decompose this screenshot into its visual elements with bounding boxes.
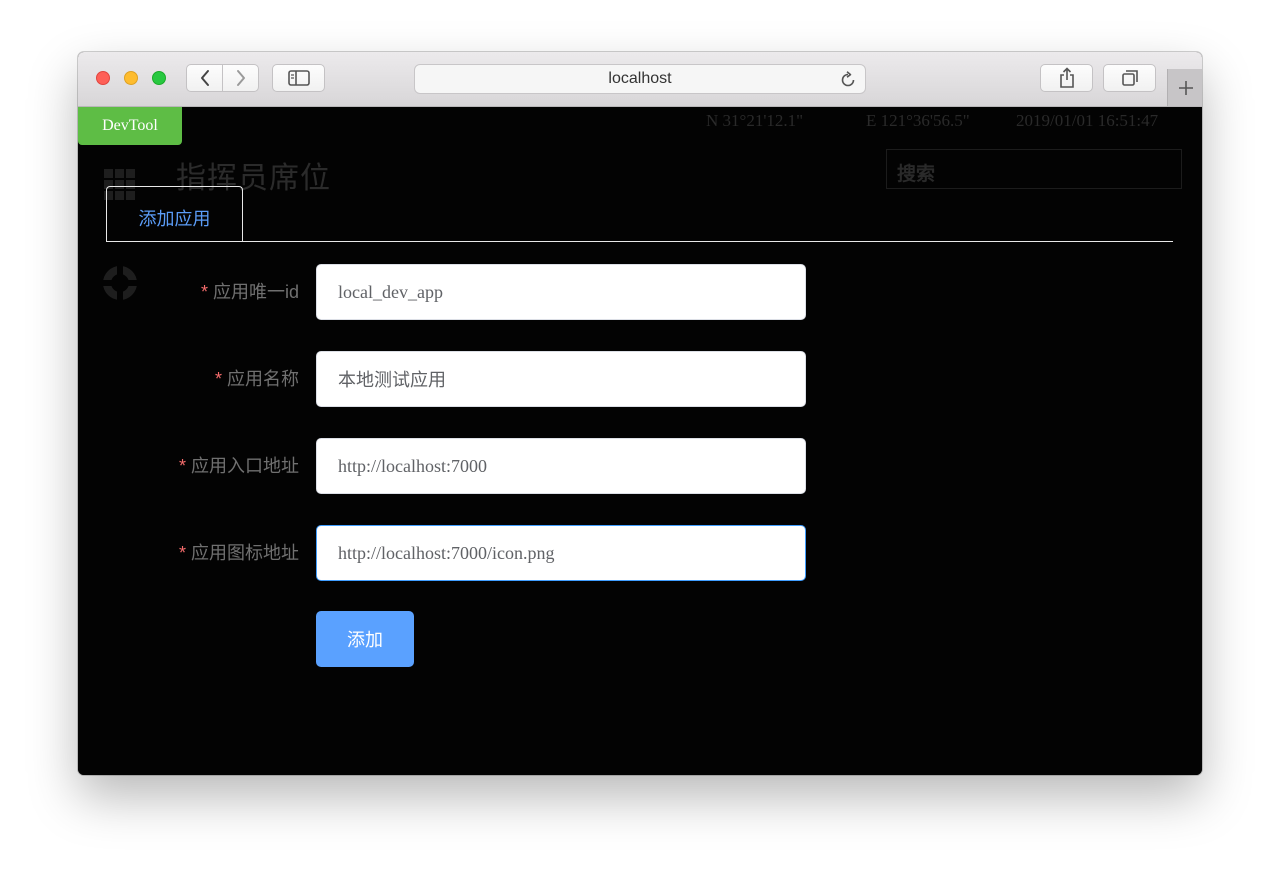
form-row-app-id: * 应用唯一id bbox=[78, 264, 1202, 320]
form-row-icon-url: * 应用图标地址 bbox=[78, 525, 1202, 581]
tabs-icon bbox=[1121, 70, 1138, 86]
add-button[interactable]: 添加 bbox=[316, 611, 414, 667]
required-mark: * bbox=[214, 369, 222, 389]
app-id-label-text: 应用唯一id bbox=[212, 282, 299, 302]
background-datetime: 2019/01/01 16:51:47 bbox=[1016, 111, 1159, 130]
background-search-box: 搜索 bbox=[886, 149, 1182, 189]
icon-url-input[interactable] bbox=[316, 525, 806, 581]
required-mark: * bbox=[200, 282, 208, 302]
background-search-placeholder: 搜索 bbox=[897, 164, 936, 185]
plus-icon bbox=[1178, 80, 1193, 95]
app-name-input[interactable] bbox=[316, 351, 806, 407]
tab-add-app[interactable]: 添加应用 bbox=[106, 186, 243, 242]
share-icon bbox=[1059, 67, 1074, 88]
entry-url-label-text: 应用入口地址 bbox=[191, 456, 299, 476]
required-mark: * bbox=[178, 543, 186, 563]
new-tab-button[interactable] bbox=[1167, 69, 1202, 106]
form-row-app-name: * 应用名称 bbox=[78, 351, 1202, 407]
app-name-label: * 应用名称 bbox=[215, 351, 299, 407]
sidebar-icon bbox=[287, 70, 310, 86]
icon-url-label: * 应用图标地址 bbox=[179, 525, 299, 581]
close-window-button[interactable] bbox=[96, 71, 110, 85]
tabs-divider bbox=[106, 241, 1173, 242]
form-row-entry-url: * 应用入口地址 bbox=[78, 438, 1202, 494]
browser-toolbar: localhost bbox=[78, 52, 1202, 107]
entry-url-label: * 应用入口地址 bbox=[179, 438, 299, 494]
back-button[interactable] bbox=[186, 64, 223, 92]
icon-url-label-text: 应用图标地址 bbox=[191, 543, 299, 563]
devtool-label: DevTool bbox=[102, 117, 158, 134]
app-id-label: * 应用唯一id bbox=[201, 264, 299, 320]
browser-window: localhost N 31°21'12.1" E 121°36'56.5" 2… bbox=[78, 52, 1202, 775]
devtool-button[interactable]: DevTool bbox=[78, 107, 182, 145]
background-latitude: N 31°21'12.1" bbox=[706, 111, 804, 130]
forward-button[interactable] bbox=[222, 64, 259, 92]
required-mark: * bbox=[178, 456, 186, 476]
background-longitude: E 121°36'56.5" bbox=[866, 111, 970, 130]
sidebar-toggle-button[interactable] bbox=[272, 64, 325, 92]
tab-add-app-label: 添加应用 bbox=[138, 209, 211, 229]
share-button[interactable] bbox=[1040, 64, 1093, 92]
zoom-window-button[interactable] bbox=[152, 71, 166, 85]
minimize-window-button[interactable] bbox=[124, 71, 138, 85]
entry-url-input[interactable] bbox=[316, 438, 806, 494]
reload-icon[interactable] bbox=[839, 71, 857, 89]
address-bar[interactable]: localhost bbox=[414, 64, 866, 94]
address-text: localhost bbox=[608, 70, 672, 87]
chevron-right-icon bbox=[236, 70, 245, 86]
app-id-input[interactable] bbox=[316, 264, 806, 320]
app-name-label-text: 应用名称 bbox=[227, 369, 299, 389]
page-content: N 31°21'12.1" E 121°36'56.5" 2019/01/01 … bbox=[78, 107, 1202, 775]
tabs-overview-button[interactable] bbox=[1103, 64, 1156, 92]
chevron-left-icon bbox=[200, 70, 209, 86]
